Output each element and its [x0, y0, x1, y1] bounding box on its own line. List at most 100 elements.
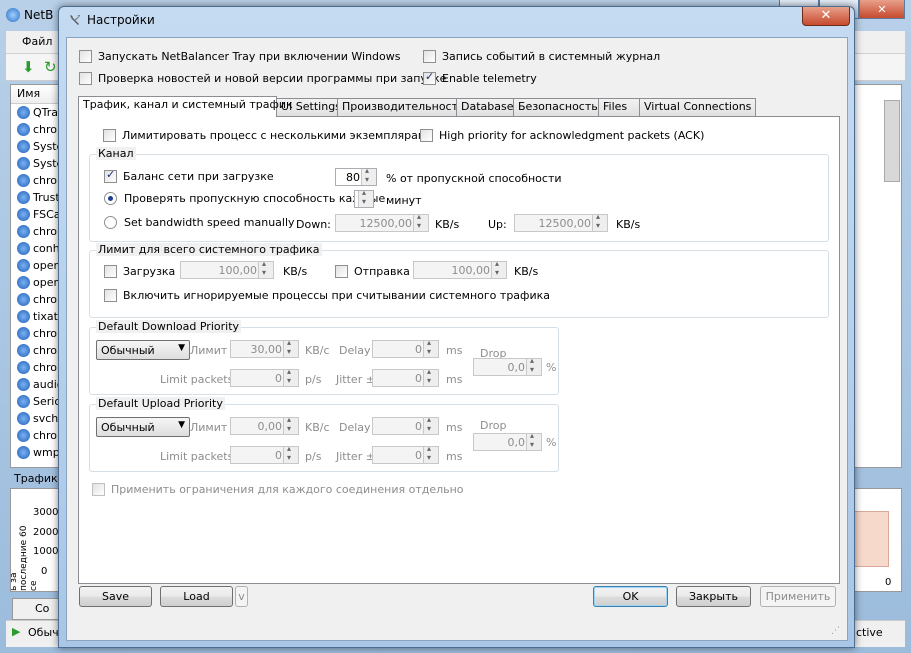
- dl-limit-spinner[interactable]: 30,00: [230, 338, 299, 358]
- dl-packets-spin-buttons[interactable]: [283, 367, 298, 386]
- high-priority-ack-checkbox[interactable]: High priority for acknowledgment packets…: [420, 129, 704, 142]
- event-log-checkbox[interactable]: Запись событий в системный журнал: [423, 50, 660, 63]
- tab-database[interactable]: Database: [456, 98, 514, 116]
- balance-spin-buttons[interactable]: [361, 166, 376, 185]
- process-name: Trust: [33, 191, 60, 204]
- dl-delay-spinner[interactable]: 0: [372, 338, 439, 358]
- download-arrow-icon[interactable]: ⬇: [22, 58, 35, 76]
- process-icon: [17, 242, 30, 255]
- check-news-box[interactable]: [79, 72, 92, 85]
- sys-download-spinner[interactable]: 100,00: [180, 259, 274, 279]
- limit-multi-checkbox[interactable]: Лимитировать процесс с несколькими экзем…: [103, 129, 433, 142]
- manual-bw-radio[interactable]: Set bandwidth speed manually: [104, 216, 295, 229]
- balance-checkbox[interactable]: Баланс сети при загрузке: [104, 168, 274, 183]
- tab-performance[interactable]: Производительность: [337, 98, 465, 116]
- sys-upload-label: Отправка: [354, 265, 410, 278]
- menu-file[interactable]: Файл: [22, 35, 52, 48]
- dl-drop-value: 0,0: [507, 361, 526, 374]
- ul-drop-spinner[interactable]: 0,0: [473, 431, 542, 451]
- main-close-icon[interactable]: ✕: [859, 0, 905, 19]
- up-label: Up:: [488, 218, 507, 231]
- refresh-icon[interactable]: ↻: [44, 58, 57, 76]
- process-icon: [17, 225, 30, 238]
- sys-upload-checkbox[interactable]: Отправка: [335, 265, 410, 278]
- download-priority-select[interactable]: Обычный ▼: [96, 340, 190, 360]
- sys-upload-box[interactable]: [335, 265, 348, 278]
- ul-delay-spinner[interactable]: 0: [372, 415, 439, 435]
- per-connection-checkbox[interactable]: Применить ограничения для каждого соедин…: [92, 483, 464, 496]
- check-bw-spin-buttons[interactable]: [358, 188, 373, 207]
- down-spinner[interactable]: 12500,00: [335, 212, 429, 232]
- high-priority-ack-box[interactable]: [420, 129, 433, 142]
- dl-packets-spinner[interactable]: 0: [230, 367, 299, 387]
- balance-unit: % от пропускной способности: [386, 172, 562, 185]
- tab-files[interactable]: Files: [598, 98, 640, 116]
- dl-delay-spin-buttons[interactable]: [423, 338, 438, 357]
- include-ignored-label: Включить игнорируемые процессы при считы…: [123, 289, 550, 302]
- side-tab[interactable]: Co: [12, 598, 64, 620]
- tab-security[interactable]: Безопасность: [513, 98, 599, 116]
- resize-grip-icon[interactable]: ⋰: [831, 626, 840, 636]
- sys-download-spin-buttons[interactable]: [258, 259, 273, 278]
- check-news-checkbox[interactable]: Проверка новостей и новой версии програм…: [79, 72, 446, 85]
- ul-delay-spin-buttons[interactable]: [423, 415, 438, 434]
- load-button[interactable]: Load: [160, 586, 233, 607]
- check-bw-spinner[interactable]: [354, 188, 374, 208]
- dl-packets-value: 0: [275, 372, 282, 385]
- process-name: wmp: [33, 446, 60, 459]
- sys-upload-spin-buttons[interactable]: [491, 259, 506, 278]
- ul-jitter-spinner[interactable]: 0: [372, 444, 439, 464]
- tab-traffic[interactable]: Трафик, канал и системный трафик: [78, 96, 293, 117]
- dl-drop-unit: %: [546, 361, 557, 374]
- process-icon: [17, 446, 30, 459]
- ul-drop-spin-buttons[interactable]: [526, 431, 541, 450]
- sys-download-box[interactable]: [104, 265, 117, 278]
- up-spinner[interactable]: 12500,00: [514, 212, 608, 232]
- save-button[interactable]: Save: [79, 586, 152, 607]
- balance-spinner[interactable]: 80: [335, 166, 377, 186]
- ul-packets-spinner[interactable]: 0: [230, 444, 299, 464]
- tab-virtual-connections[interactable]: Virtual Connections: [639, 98, 756, 116]
- limit-multi-box[interactable]: [103, 129, 116, 142]
- per-connection-label: Применить ограничения для каждого соедин…: [111, 483, 464, 496]
- check-bw-radio-dot[interactable]: [104, 192, 117, 205]
- telemetry-checkbox[interactable]: Enable telemetry: [423, 70, 537, 85]
- down-spin-buttons[interactable]: [413, 212, 428, 231]
- dropdown-arrow-icon: ▼: [178, 420, 185, 430]
- include-ignored-checkbox[interactable]: Включить игнорируемые процессы при считы…: [104, 289, 550, 302]
- settings-tools-icon: [70, 15, 80, 25]
- upload-priority-select[interactable]: Обычный ▼: [96, 417, 190, 437]
- ul-limit-spinner[interactable]: 0,00: [230, 415, 299, 435]
- close-button[interactable]: Закрыть: [676, 586, 751, 607]
- up-spin-buttons[interactable]: [592, 212, 607, 231]
- ok-button[interactable]: OK: [593, 586, 668, 607]
- ul-limit-spin-buttons[interactable]: [283, 415, 298, 434]
- manual-bw-radio-dot[interactable]: [104, 216, 117, 229]
- ul-jitter-spin-buttons[interactable]: [423, 444, 438, 463]
- graph-tick-2000: 2000: [33, 527, 59, 538]
- telemetry-box[interactable]: [423, 70, 436, 85]
- sys-download-checkbox[interactable]: Загрузка: [104, 265, 175, 278]
- dl-drop-spin-buttons[interactable]: [526, 356, 541, 375]
- event-log-box[interactable]: [423, 50, 436, 63]
- dialog-close-icon[interactable]: ✕: [802, 7, 850, 26]
- process-icon: [17, 327, 30, 340]
- tray-start-box[interactable]: [79, 50, 92, 63]
- include-ignored-box[interactable]: [104, 289, 117, 302]
- dl-drop-spinner[interactable]: 0,0: [473, 356, 542, 376]
- tray-start-checkbox[interactable]: Запускать NetBalancer Tray при включении…: [79, 50, 400, 63]
- sys-upload-spinner[interactable]: 100,00: [413, 259, 507, 279]
- load-menu-button[interactable]: v: [235, 586, 248, 607]
- check-bw-radio[interactable]: Проверять пропускную способность каждые: [104, 192, 385, 205]
- dl-jitter-spin-buttons[interactable]: [423, 367, 438, 386]
- process-list-scrollbar[interactable]: [884, 100, 900, 182]
- balance-box[interactable]: [104, 168, 117, 183]
- process-icon: [17, 344, 30, 357]
- ul-packets-spin-buttons[interactable]: [283, 444, 298, 463]
- dl-jitter-spinner[interactable]: 0: [372, 367, 439, 387]
- settings-dialog: Настройки ✕ Запускать NetBalancer Tray п…: [58, 6, 855, 648]
- status-play-icon[interactable]: ▶: [12, 625, 20, 638]
- dl-limit-spin-buttons[interactable]: [283, 338, 298, 357]
- per-connection-box[interactable]: [92, 483, 105, 496]
- apply-button[interactable]: Применить: [760, 586, 836, 607]
